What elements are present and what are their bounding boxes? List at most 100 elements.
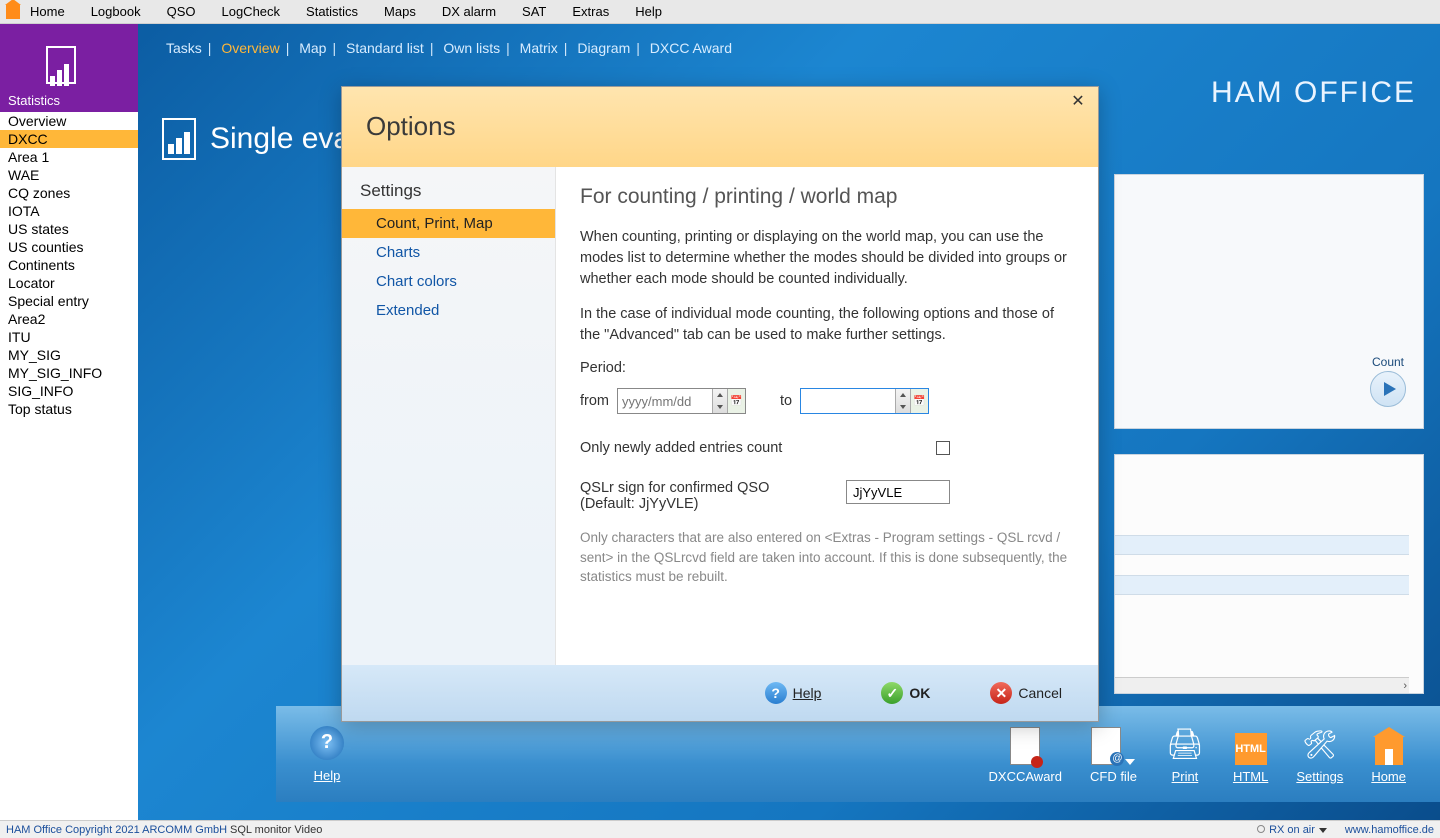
status-dot-icon [1257, 825, 1265, 833]
bottom-dxccaward[interactable]: DXCCAward [989, 727, 1062, 784]
menu-qso[interactable]: QSO [161, 1, 216, 22]
play-icon [1370, 371, 1406, 407]
bottom-label: CFD file [1090, 769, 1137, 784]
grid-panel: › [1114, 454, 1424, 694]
dialog-nav-heading: Settings [342, 177, 555, 209]
from-date-input[interactable] [618, 392, 712, 411]
menu-extras[interactable]: Extras [566, 1, 629, 22]
brand-label: HAM OFFICE [1211, 76, 1416, 110]
nav-chart-colors[interactable]: Chart colors [342, 267, 555, 296]
sidebar-item-mysiginfo[interactable]: MY_SIG_INFO [0, 364, 138, 382]
tab-ownlists[interactable]: Own lists [443, 40, 500, 56]
cancel-button[interactable]: Cancel [990, 682, 1062, 704]
bottom-label: DXCCAward [989, 769, 1062, 784]
rx-status: RX on air [1257, 824, 1327, 836]
sidebar-item-area2[interactable]: Area2 [0, 310, 138, 328]
nav-extended[interactable]: Extended [342, 296, 555, 325]
cancel-circle-icon [990, 682, 1012, 704]
close-button[interactable]: ✕ [1068, 93, 1088, 113]
bottom-print[interactable]: 🖨 Print [1165, 725, 1205, 784]
tab-map[interactable]: Map [299, 40, 326, 56]
tab-dxccaward[interactable]: DXCC Award [650, 40, 732, 56]
hint-text: Only characters that are also entered on… [580, 528, 1074, 587]
menu-maps[interactable]: Maps [378, 1, 436, 22]
sidebar-item-itu[interactable]: ITU [0, 328, 138, 346]
sub-tab-bar: Tasks| Overview| Map| Standard list| Own… [138, 24, 1440, 56]
sidebar-item-mysig[interactable]: MY_SIG [0, 346, 138, 364]
help-button-label: Help [793, 685, 822, 701]
bottom-cfdfile[interactable]: @ CFD file [1090, 727, 1137, 784]
bottom-settings[interactable]: 🛠 Settings [1296, 725, 1343, 784]
ok-circle-icon [881, 682, 903, 704]
ok-button-label: OK [909, 685, 930, 701]
sidebar-item-locator[interactable]: Locator [0, 274, 138, 292]
tab-diagram[interactable]: Diagram [577, 40, 630, 56]
status-mid[interactable]: SQL monitor Video [230, 824, 322, 836]
html-icon: HTML [1235, 733, 1267, 765]
calendar-icon[interactable]: 📅 [910, 389, 928, 413]
printer-icon: 🖨 [1165, 725, 1205, 765]
to-date-field[interactable]: 📅 [800, 388, 929, 414]
sidebar-item-uscounties[interactable]: US counties [0, 238, 138, 256]
award-doc-icon [1010, 727, 1040, 765]
tab-matrix[interactable]: Matrix [520, 40, 558, 56]
calendar-icon[interactable]: 📅 [727, 389, 745, 413]
dialog-header: ✕ Options [342, 87, 1098, 167]
from-date-field[interactable]: 📅 [617, 388, 746, 414]
only-new-checkbox[interactable] [936, 441, 950, 455]
count-button[interactable]: Count [1363, 355, 1413, 407]
tab-tasks[interactable]: Tasks [166, 40, 202, 56]
help-button[interactable]: ? Help [765, 682, 822, 704]
ok-button[interactable]: OK [881, 682, 930, 704]
dialog-footer: ? Help OK Cancel [342, 665, 1098, 721]
sidebar-item-special[interactable]: Special entry [0, 292, 138, 310]
content-p2: In the case of individual mode counting,… [580, 304, 1074, 346]
bottom-label: HTML [1233, 769, 1268, 784]
help-circle-icon: ? [765, 682, 787, 704]
cfd-doc-icon: @ [1091, 727, 1121, 765]
spinner-icon[interactable] [895, 389, 910, 413]
dropdown-icon[interactable] [1319, 828, 1327, 833]
only-new-label: Only newly added entries count [580, 440, 782, 456]
qslr-input[interactable] [846, 480, 950, 504]
sidebar-item-dxcc[interactable]: DXCC [0, 130, 138, 148]
menu-help[interactable]: Help [629, 1, 682, 22]
sidebar-item-usstates[interactable]: US states [0, 220, 138, 238]
bottom-home[interactable]: Home [1371, 737, 1406, 784]
sidebar: Statistics Overview DXCC Area 1 WAE CQ z… [0, 24, 138, 820]
menu-logbook[interactable]: Logbook [85, 1, 161, 22]
nav-count-print-map[interactable]: Count, Print, Map [342, 209, 555, 238]
menu-sat[interactable]: SAT [516, 1, 566, 22]
menu-logcheck[interactable]: LogCheck [215, 1, 300, 22]
status-bar: HAM Office Copyright 2021 ARCOMM GmbH SQ… [0, 820, 1440, 838]
sidebar-item-wae[interactable]: WAE [0, 166, 138, 184]
help-icon[interactable]: ? [310, 726, 344, 760]
qslr-label-2: (Default: JjYyVLE) [580, 496, 698, 512]
dropdown-icon [1125, 759, 1135, 765]
sidebar-item-iota[interactable]: IOTA [0, 202, 138, 220]
bottom-help[interactable]: Help [314, 768, 341, 783]
website-link[interactable]: www.hamoffice.de [1345, 824, 1434, 836]
bottom-html[interactable]: HTML HTML [1233, 733, 1268, 784]
to-date-input[interactable] [801, 392, 895, 411]
sidebar-title: Statistics [8, 93, 60, 108]
menu-statistics[interactable]: Statistics [300, 1, 378, 22]
tab-overview[interactable]: Overview [221, 40, 279, 56]
bottom-label: Print [1172, 769, 1199, 784]
sidebar-item-overview[interactable]: Overview [0, 112, 138, 130]
spinner-icon[interactable] [712, 389, 727, 413]
sidebar-item-siginfo[interactable]: SIG_INFO [0, 382, 138, 400]
sidebar-item-area1[interactable]: Area 1 [0, 148, 138, 166]
menu-dxalarm[interactable]: DX alarm [436, 1, 516, 22]
sidebar-item-cqzones[interactable]: CQ zones [0, 184, 138, 202]
copyright-label: HAM Office Copyright 2021 ARCOMM GmbH [6, 824, 227, 836]
sidebar-item-topstatus[interactable]: Top status [0, 400, 138, 418]
sidebar-item-continents[interactable]: Continents [0, 256, 138, 274]
home-icon [6, 5, 20, 19]
nav-charts[interactable]: Charts [342, 238, 555, 267]
tab-standardlist[interactable]: Standard list [346, 40, 424, 56]
qslr-label-1: QSLr sign for confirmed QSO [580, 480, 769, 496]
horizontal-scrollbar[interactable]: › [1115, 677, 1409, 693]
from-label: from [580, 393, 609, 409]
menu-home[interactable]: Home [24, 1, 85, 22]
